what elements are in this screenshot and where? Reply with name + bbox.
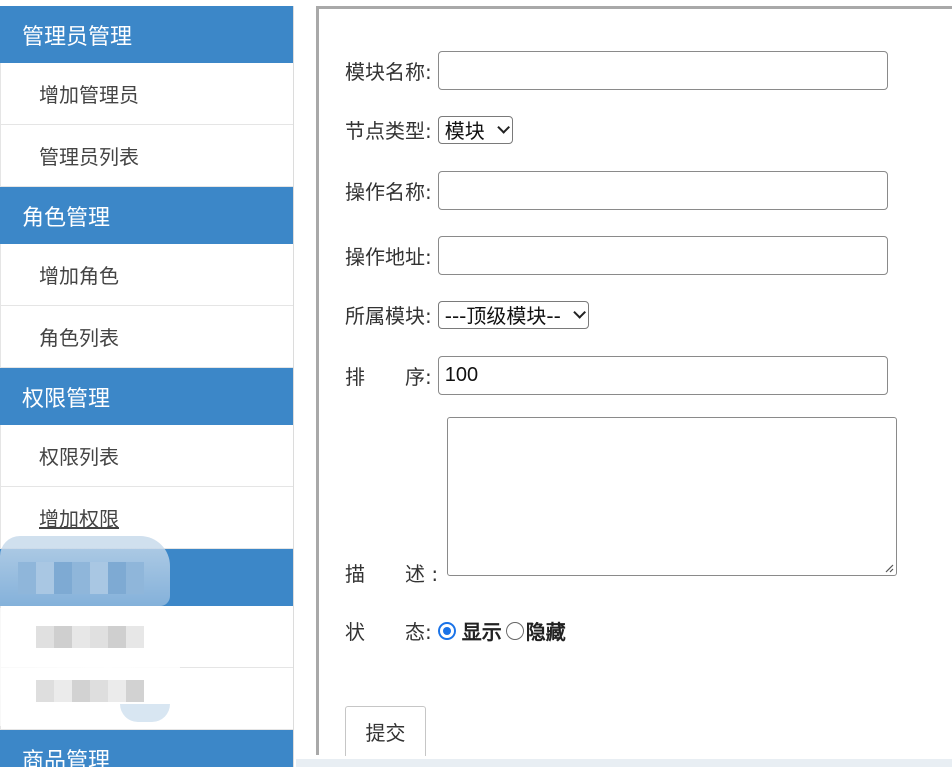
description-label: 描 述 : [345, 562, 439, 586]
sidebar-item-add-role[interactable]: 增加角色 [0, 244, 293, 306]
sidebar-group-obscured[interactable] [0, 549, 293, 606]
status-show-label[interactable]: 显示 [462, 616, 502, 645]
parent-module-label: 所属模块: [345, 304, 432, 328]
node-type-select[interactable]: 模块 [437, 115, 513, 144]
sidebar-item-label: 管理员列表 [39, 145, 139, 169]
status-row: 状 态: 显示 隐藏 [345, 616, 566, 645]
sidebar-item-admin-list[interactable]: 管理员列表 [0, 125, 293, 187]
status-label: 状 态: [345, 620, 432, 644]
sidebar-item-permission-list[interactable]: 权限列表 [0, 425, 293, 487]
form-panel: 模块名称: 节点类型: 模块 操作名称: 操作地址: 所属模块: ---顶级模块… [316, 6, 952, 756]
sort-row: 排 序: 100 [345, 356, 888, 395]
bottom-scroll-strip [296, 759, 952, 767]
resize-grip-icon[interactable] [884, 563, 894, 573]
parent-module-selected: ---顶级模块-- [444, 304, 561, 328]
description-row: 描 述 : [345, 558, 438, 587]
sidebar-item-role-list[interactable]: 角色列表 [0, 306, 293, 368]
sidebar-item-add-permission[interactable]: 增加权限 [0, 487, 293, 549]
node-type-selected: 模块 [444, 119, 485, 143]
sidebar-item-add-admin[interactable]: 增加管理员 [0, 63, 293, 125]
node-type-label: 节点类型: [345, 119, 432, 143]
chevron-down-icon [497, 121, 510, 134]
sidebar-item-label: 权限列表 [39, 445, 119, 469]
node-type-row: 节点类型: 模块 [345, 115, 513, 144]
sidebar-group-permission[interactable]: 权限管理 [0, 368, 293, 425]
sidebar-item-label: 增加权限 [39, 507, 119, 531]
module-name-row: 模块名称: [345, 51, 888, 90]
sort-label: 排 序: [345, 365, 432, 389]
module-name-label: 模块名称: [345, 60, 432, 84]
sort-input[interactable]: 100 [437, 356, 888, 395]
action-url-input[interactable] [437, 236, 888, 275]
status-hide-label[interactable]: 隐藏 [526, 616, 566, 645]
action-name-row: 操作名称: [345, 171, 888, 210]
parent-module-select[interactable]: ---顶级模块-- [437, 300, 589, 329]
action-name-input[interactable] [437, 171, 888, 210]
sidebar-item-label: 增加管理员 [39, 83, 139, 107]
sidebar-item-label: 角色列表 [39, 326, 119, 350]
sidebar-item-label: 增加角色 [39, 264, 119, 288]
action-name-label: 操作名称: [345, 180, 432, 204]
sidebar-item-obscured-2[interactable] [0, 668, 293, 730]
status-hide-radio[interactable] [505, 621, 524, 640]
status-show-radio[interactable] [437, 621, 456, 640]
action-url-row: 操作地址: [345, 236, 888, 275]
chevron-down-icon [573, 306, 586, 319]
parent-module-row: 所属模块: ---顶级模块-- [345, 300, 589, 329]
sidebar-group-goods[interactable]: 商品管理 [0, 730, 293, 767]
sidebar-group-role[interactable]: 角色管理 [0, 187, 293, 244]
sidebar-group-admin[interactable]: 管理员管理 [0, 6, 293, 63]
sidebar-item-obscured-1[interactable] [0, 606, 293, 668]
module-name-input[interactable] [437, 51, 888, 90]
sidebar: 管理员管理 增加管理员 管理员列表 角色管理 增加角色 角色列表 权限管理 权限… [0, 6, 294, 767]
action-url-label: 操作地址: [345, 245, 432, 269]
description-textarea[interactable] [447, 417, 897, 576]
submit-button[interactable]: 提交 [345, 706, 426, 756]
